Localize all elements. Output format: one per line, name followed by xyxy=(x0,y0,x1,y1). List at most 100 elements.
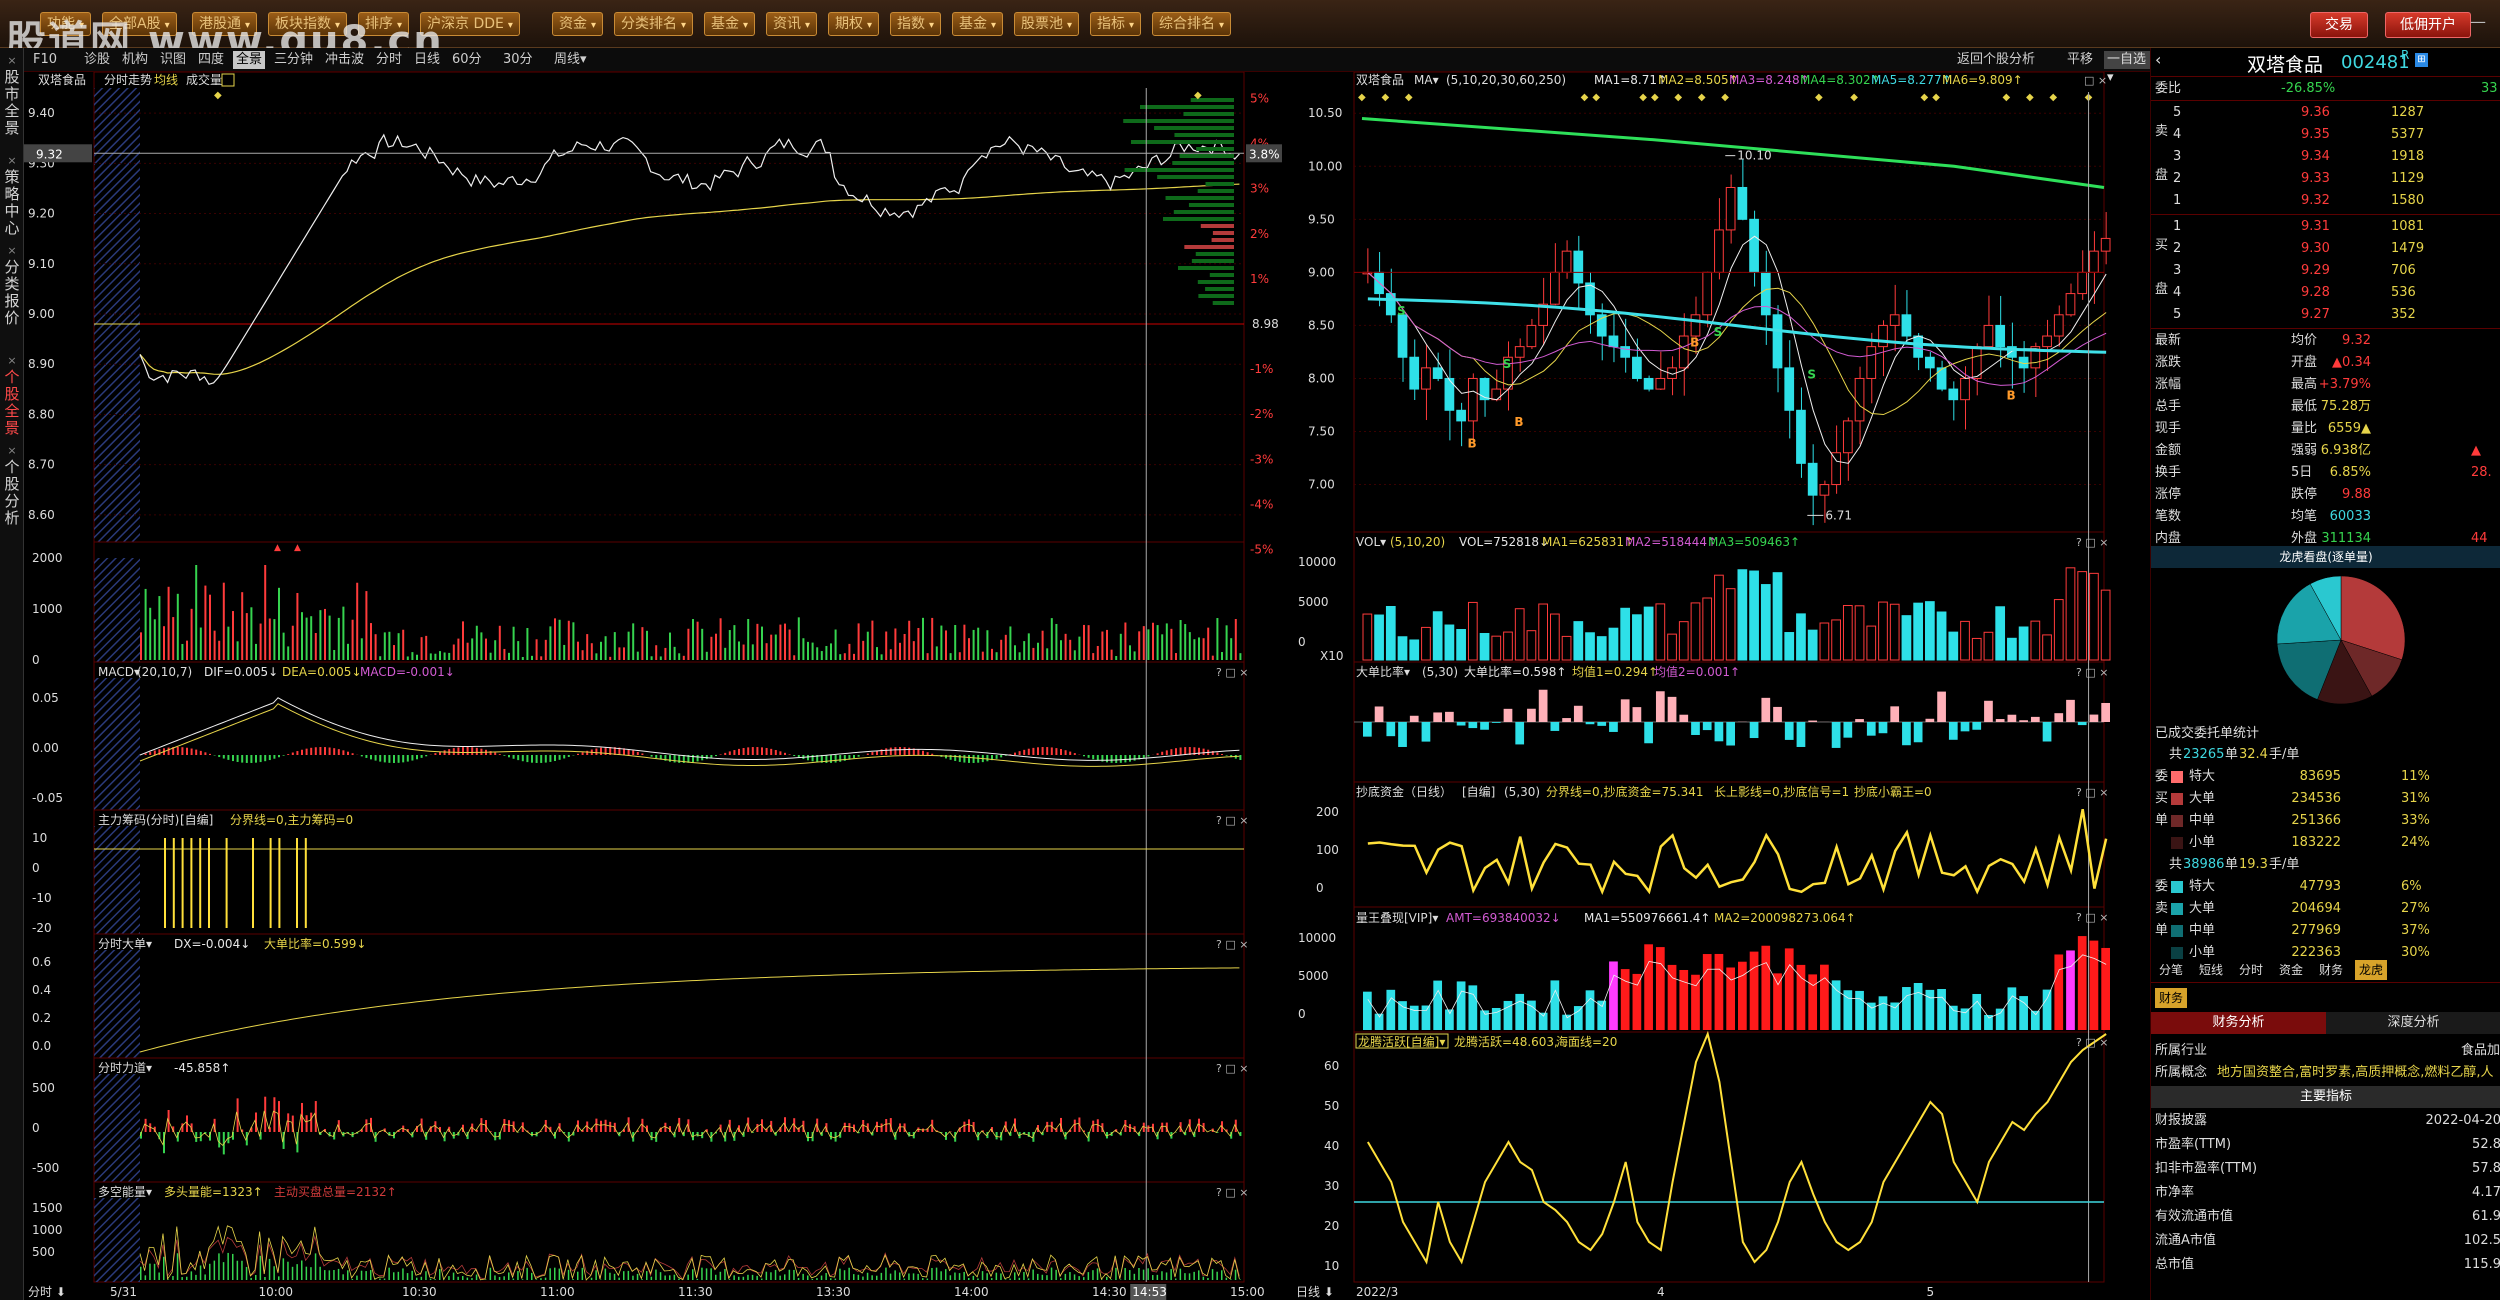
menu-item-12[interactable]: 周线▾ xyxy=(551,51,590,69)
zlcm-tick: -10 xyxy=(32,891,52,905)
left-nav-char: 心 xyxy=(4,219,20,237)
quote-label-2: 强弱 xyxy=(2291,443,2318,458)
menu-item-9[interactable]: 日线 xyxy=(411,51,443,69)
left-nav-3[interactable]: × 个股全景 xyxy=(2,352,22,437)
menu-item-3[interactable]: 识图 xyxy=(157,51,189,69)
volume-bar xyxy=(1078,636,1081,660)
ma-value: MA4=8.302↑ xyxy=(1800,73,1881,87)
panel-controls[interactable]: ? □ × xyxy=(1216,666,1248,679)
toolbar-item-12[interactable]: 基金 ▾ xyxy=(952,12,1004,36)
left-nav-2[interactable]: × 分类报价 xyxy=(2,242,22,327)
menu-item-10[interactable]: 60分 xyxy=(449,51,485,69)
daily-chart-area[interactable]: 双塔食品 MA▾ (5,10,20,30,60,250) MA1=8.71↑MA2=8… xyxy=(1294,72,2150,1300)
open-account-button[interactable]: 低佣开户 xyxy=(2385,12,2471,38)
back-to-analysis-link[interactable]: 返回个股分析 xyxy=(1954,51,2038,69)
left-nav-1[interactable]: × 策略中心 xyxy=(2,152,22,237)
lidao-bar xyxy=(968,1119,970,1132)
trade-button[interactable]: 交易 xyxy=(2310,12,2368,38)
tab-0[interactable]: 分笔 xyxy=(2155,960,2187,980)
industry-value: 食品加 xyxy=(2461,1043,2500,1058)
flat-button[interactable]: 平移 xyxy=(2064,51,2096,69)
close-icon[interactable]: × xyxy=(2,442,22,459)
toolbar-item-8[interactable]: 基金 ▾ xyxy=(704,12,756,36)
panel-controls[interactable]: ? □ × xyxy=(1216,938,1248,951)
toolbar-item-9[interactable]: 资讯 ▾ xyxy=(766,12,818,36)
macd-bar xyxy=(1184,747,1187,755)
total-post: 手/单 xyxy=(2269,747,2300,762)
pct-tick: -3% xyxy=(1250,452,1273,466)
toolbar-item-10[interactable]: 期权 ▾ xyxy=(828,12,880,36)
deal-volume: 83695 xyxy=(2299,769,2341,784)
lidao-bar xyxy=(600,1120,602,1132)
liangwang-bar xyxy=(2066,950,2075,1030)
tab-2[interactable]: 分时 xyxy=(2235,960,2267,980)
dadan-daily-bar xyxy=(1445,711,1454,722)
panel-controls[interactable]: ? □ × xyxy=(2076,911,2108,924)
menu-item-1[interactable]: 诊股 xyxy=(81,51,113,69)
left-nav-4[interactable]: × 个股分析 xyxy=(2,442,22,527)
toolbar-item-6[interactable]: 资金 ▾ xyxy=(552,12,604,36)
candle-body xyxy=(1842,420,1853,454)
daily-volume-bar xyxy=(1983,631,1994,661)
left-nav-char: 略 xyxy=(4,185,20,203)
menu-item-5[interactable]: 全景 xyxy=(233,51,266,69)
legend-swatch xyxy=(2171,815,2183,827)
intraday-chart-area[interactable]: 双塔食品 分时走势 均线 成交量9.409.309.209.109.008.908.8… xyxy=(24,72,1294,1300)
macd-bar xyxy=(420,755,423,758)
menu-item-7[interactable]: 冲击波 xyxy=(322,51,367,69)
close-icon[interactable]: × xyxy=(2,52,22,69)
back-arrow-icon[interactable]: ‹ xyxy=(2155,50,2161,69)
tab-1[interactable]: 短线 xyxy=(2195,960,2227,980)
tab-4[interactable]: 财务 xyxy=(2315,960,2347,980)
macd-bar xyxy=(1216,752,1219,755)
chevron-down-icon[interactable] xyxy=(221,73,235,87)
panel-controls[interactable]: ? □ × xyxy=(2076,536,2108,549)
duokong-bar xyxy=(1138,1268,1140,1280)
macd-bar xyxy=(1133,755,1136,761)
panel-controls[interactable]: ? □ × xyxy=(2076,786,2108,799)
toolbar-item-14[interactable]: 指标 ▾ xyxy=(1090,12,1142,36)
menu-item-6[interactable]: 三分钟 xyxy=(271,51,316,69)
close-icon[interactable]: × xyxy=(2,152,22,169)
panel-controls[interactable]: ? □ × xyxy=(2076,666,2108,679)
duokong-bar xyxy=(222,1262,225,1280)
volume-bar xyxy=(1216,618,1219,660)
panel-controls[interactable]: ? □ × xyxy=(1216,1186,1248,1199)
volume-bar xyxy=(586,634,589,660)
menu-item-8[interactable]: 分时 xyxy=(373,51,405,69)
tab-3[interactable]: 资金 xyxy=(2275,960,2307,980)
dadan-daily-bar xyxy=(1855,719,1864,722)
fin-value: 102.5 xyxy=(2463,1233,2500,1248)
close-icon[interactable]: × xyxy=(2,352,22,369)
toolbar-item-7[interactable]: 分类排名 ▾ xyxy=(614,12,694,36)
close-icon[interactable]: × xyxy=(2,242,22,259)
deal-pct: 24% xyxy=(2401,835,2430,850)
menu-item-0[interactable]: F10 xyxy=(30,51,60,69)
period-label[interactable]: 日线 ⬇ xyxy=(1296,1285,1334,1299)
macd-bar xyxy=(402,755,405,763)
vol-label: MA1=625831↑ xyxy=(1542,535,1634,549)
menu-item-11[interactable]: 30分 xyxy=(500,51,536,69)
toolbar-item-15[interactable]: 综合排名 ▾ xyxy=(1152,12,1232,36)
panel-controls[interactable]: ? □ × xyxy=(2076,1036,2108,1049)
minimize-icon[interactable]: — xyxy=(2470,12,2486,31)
toolbar-item-13[interactable]: 股票池 ▾ xyxy=(1014,12,1080,36)
tab-5[interactable]: 龙虎 xyxy=(2355,960,2388,980)
panel-controls[interactable]: ? □ × xyxy=(1216,814,1248,827)
dadan-daily-bar xyxy=(2101,702,2110,722)
toolbar-item-11[interactable]: 指数 ▾ xyxy=(890,12,942,36)
panel-controls[interactable]: ? □ × xyxy=(1216,1062,1248,1075)
panel-controls[interactable]: □ × xyxy=(2084,74,2107,87)
finance-analysis-tab[interactable]: 财务分析 xyxy=(2151,1012,2326,1034)
duokong-bar xyxy=(466,1277,469,1280)
deep-analysis-tab[interactable]: 深度分析 xyxy=(2326,1012,2500,1034)
info-icon[interactable]: ⊞ xyxy=(2415,53,2428,67)
finance-tab[interactable]: 财务 xyxy=(2155,988,2188,1008)
watchlist-select[interactable]: 一自选▾ xyxy=(2104,51,2150,85)
menu-item-4[interactable]: 四度 xyxy=(195,51,227,69)
left-nav-0[interactable]: × 股市全景 xyxy=(2,52,22,137)
menu-item-2[interactable]: 机构 xyxy=(119,51,151,69)
period-label[interactable]: 分时 ⬇ xyxy=(28,1285,66,1299)
concept-value: 地方国资整合,富时罗素,高质押概念,燃料乙醇,人 xyxy=(2217,1065,2494,1080)
dadan-dx: DX=-0.004↓ xyxy=(174,937,250,951)
